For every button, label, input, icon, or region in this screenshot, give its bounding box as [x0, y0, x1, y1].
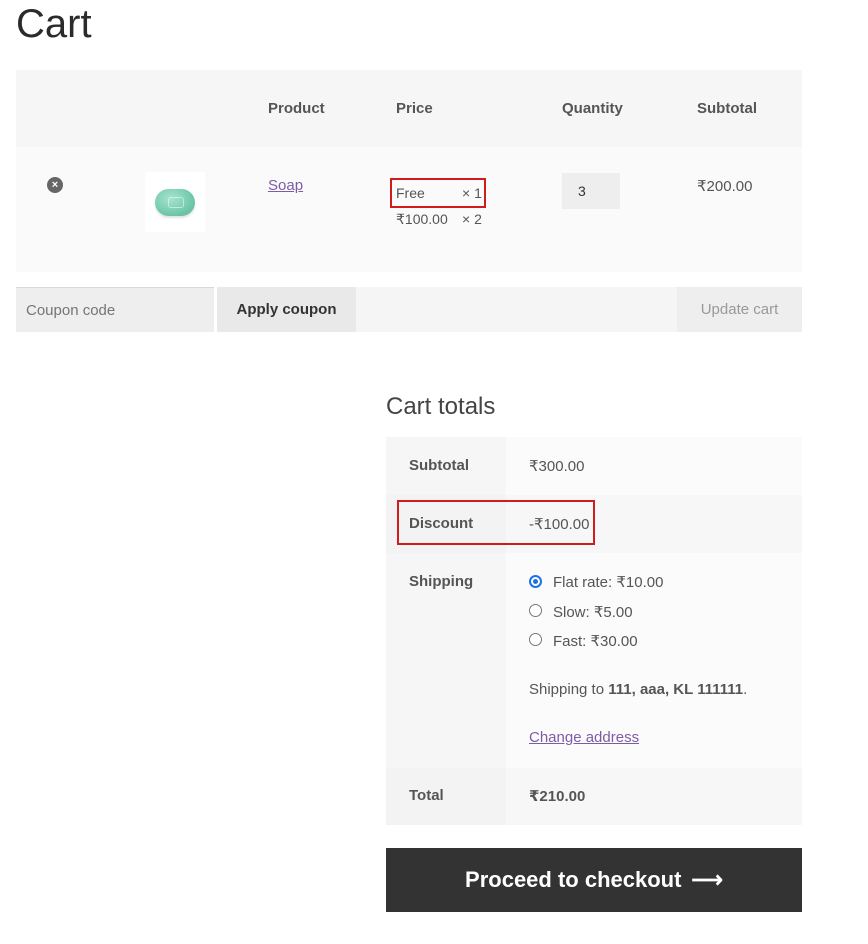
- proceed-to-checkout-button[interactable]: Proceed to checkout ⟶: [386, 848, 802, 912]
- cart-item-row: × Soap Free × 1 ₹100.00 × 2 ₹200.00: [16, 147, 802, 272]
- update-cart-button[interactable]: Update cart: [677, 287, 802, 332]
- row-subtotal: ₹200.00: [697, 178, 753, 195]
- price-line-1-qty: × 1: [462, 185, 482, 201]
- shipping-label: Shipping: [409, 573, 474, 590]
- shipping-address: 111, aaa, KL 111111: [608, 681, 744, 698]
- header-subtotal: Subtotal: [697, 100, 757, 117]
- shipping-option-flat-rate[interactable]: Flat rate: ₹10.00: [553, 573, 663, 591]
- product-name-link[interactable]: Soap: [268, 177, 303, 194]
- soap-image: [155, 189, 195, 216]
- discount-highlight-box: [397, 500, 595, 545]
- total-label: Total: [409, 787, 444, 804]
- remove-item-icon[interactable]: ×: [47, 177, 63, 193]
- apply-coupon-button[interactable]: Apply coupon: [217, 287, 356, 332]
- cart-totals-title: Cart totals: [386, 393, 496, 420]
- price-line-2-qty: × 2: [462, 211, 482, 227]
- quantity-input[interactable]: [562, 173, 620, 209]
- subtotal-value: ₹300.00: [529, 458, 585, 475]
- cart-table: Product Price Quantity Subtotal × Soap F…: [16, 70, 802, 272]
- price-line-1-price: Free: [396, 185, 425, 201]
- shipping-radio-flat-rate[interactable]: [529, 575, 542, 588]
- total-value: ₹210.00: [529, 788, 586, 805]
- cart-table-header: Product Price Quantity Subtotal: [16, 70, 802, 147]
- shipping-radio-slow[interactable]: [529, 604, 542, 617]
- change-address-link[interactable]: Change address: [529, 729, 639, 746]
- coupon-code-input[interactable]: [16, 287, 214, 332]
- page-title: Cart: [16, 2, 92, 46]
- shipping-destination: Shipping to 111, aaa, KL 111111.: [529, 681, 748, 698]
- shipping-option-slow[interactable]: Slow: ₹5.00: [553, 603, 633, 621]
- shipping-option-fast[interactable]: Fast: ₹30.00: [553, 632, 638, 650]
- arrow-right-icon: ⟶: [691, 867, 723, 892]
- product-thumbnail[interactable]: [145, 172, 205, 232]
- price-line-2-price: ₹100.00: [396, 211, 448, 227]
- subtotal-label: Subtotal: [409, 457, 469, 474]
- header-product: Product: [268, 100, 325, 117]
- checkout-label: Proceed to checkout: [465, 867, 682, 892]
- shipping-radio-fast[interactable]: [529, 633, 542, 646]
- header-quantity: Quantity: [562, 100, 623, 117]
- header-price: Price: [396, 100, 433, 117]
- coupon-row-spacer: [356, 287, 677, 332]
